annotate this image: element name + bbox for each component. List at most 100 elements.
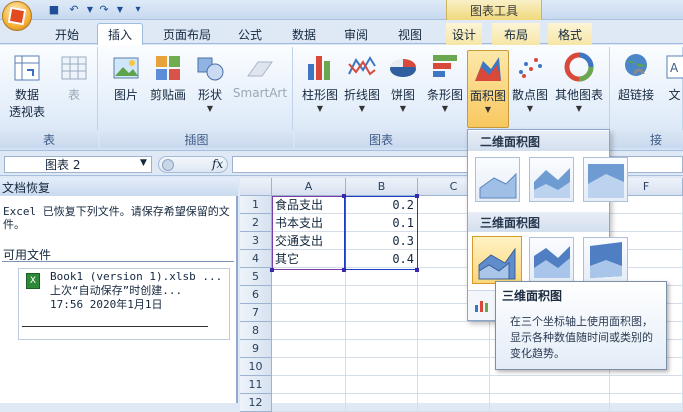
cell-empty[interactable]	[610, 394, 683, 412]
all-chart-types-icon[interactable]	[474, 297, 490, 316]
cell-empty[interactable]	[272, 286, 346, 304]
cell-empty[interactable]	[610, 376, 683, 394]
percent-area-2d-thumbnail[interactable]	[583, 157, 628, 202]
row-header[interactable]: 7	[240, 304, 272, 322]
cell-empty[interactable]	[418, 322, 490, 340]
row-header[interactable]: 3	[240, 232, 272, 250]
cell-empty[interactable]	[346, 268, 418, 286]
range-handle[interactable]	[415, 268, 419, 272]
formula-bar-handle[interactable]	[162, 159, 174, 171]
cell-empty[interactable]	[272, 304, 346, 322]
percent-area-2d-icon	[586, 160, 626, 200]
undo-icon[interactable]: ↶	[66, 2, 82, 17]
row-header[interactable]: 12	[240, 394, 272, 412]
recovered-file-divider	[22, 326, 208, 327]
scatter-chart-button[interactable]: 散点图 ▼	[510, 52, 550, 113]
row-header[interactable]: 8	[240, 322, 272, 340]
area-3d-thumbnail[interactable]	[472, 236, 522, 284]
cell-empty[interactable]	[346, 340, 418, 358]
cell-empty[interactable]	[610, 214, 683, 232]
cell-empty[interactable]	[418, 376, 490, 394]
cell-empty[interactable]	[272, 322, 346, 340]
name-box[interactable]: 图表 2	[4, 156, 152, 173]
insert-function-icon[interactable]: fx	[212, 157, 223, 171]
cell-empty[interactable]	[272, 340, 346, 358]
redo-dropdown-icon[interactable]: ▼	[112, 2, 128, 17]
tab-review[interactable]: 审阅	[334, 23, 378, 45]
cell-empty[interactable]	[346, 376, 418, 394]
column-header-b[interactable]: B	[346, 178, 418, 196]
area-chart-icon	[473, 53, 503, 83]
cell-empty[interactable]	[418, 358, 490, 376]
customize-toolbar-icon[interactable]: ▾	[130, 2, 146, 17]
cell-empty[interactable]	[346, 304, 418, 322]
office-button[interactable]	[2, 1, 32, 31]
name-box-dropdown-icon[interactable]: ▼	[140, 158, 147, 168]
area-chart-button[interactable]: 面积图 ▼	[467, 50, 509, 128]
other-charts-button[interactable]: 其他图表 ▼	[552, 52, 606, 113]
gallery-section-2d: 二维面积图	[468, 131, 609, 151]
pivot-table-button[interactable]: 数据 透视表	[4, 52, 50, 120]
cell-empty[interactable]	[272, 358, 346, 376]
chart-value-range	[344, 196, 418, 270]
tab-design[interactable]: 设计	[446, 23, 482, 45]
percent-area-3d-thumbnail[interactable]	[583, 237, 628, 282]
range-handle[interactable]	[270, 268, 274, 272]
clip-art-button[interactable]: 剪贴画	[148, 52, 188, 103]
cell-empty[interactable]	[490, 376, 610, 394]
row-header[interactable]: 6	[240, 286, 272, 304]
shapes-button[interactable]: 形状 ▼	[194, 52, 226, 113]
stacked-area-2d-thumbnail[interactable]	[529, 157, 574, 202]
cell-empty[interactable]	[272, 376, 346, 394]
tab-home[interactable]: 开始	[44, 23, 90, 45]
tab-view[interactable]: 视图	[388, 23, 432, 45]
smartart-button[interactable]: SmartArt	[230, 52, 290, 100]
text-box-button[interactable]: A 文	[666, 52, 683, 103]
available-files-divider	[2, 261, 234, 262]
range-handle[interactable]	[415, 194, 419, 198]
cell-empty[interactable]	[490, 394, 610, 412]
area-2d-thumbnail[interactable]	[475, 157, 520, 202]
save-icon[interactable]: ■	[46, 2, 62, 17]
cell-empty[interactable]	[418, 340, 490, 358]
row-header[interactable]: 10	[240, 358, 272, 376]
stacked-area-2d-icon	[532, 160, 572, 200]
chart-tools-title: 图表工具	[446, 0, 542, 20]
select-all-corner[interactable]	[240, 178, 272, 196]
cell-empty[interactable]	[346, 286, 418, 304]
tab-insert[interactable]: 插入	[97, 23, 143, 45]
row-header[interactable]: 9	[240, 340, 272, 358]
shapes-label: 形状	[198, 86, 222, 103]
row-header[interactable]: 5	[240, 268, 272, 286]
range-handle[interactable]	[342, 194, 346, 198]
stacked-area-3d-thumbnail[interactable]	[529, 237, 574, 282]
tab-layout[interactable]: 布局	[492, 23, 540, 45]
tab-format[interactable]: 格式	[548, 23, 592, 45]
column-header-a[interactable]: A	[272, 178, 346, 196]
cell-empty[interactable]	[346, 358, 418, 376]
row-header[interactable]: 2	[240, 214, 272, 232]
pie-chart-label: 饼图	[391, 86, 415, 103]
tab-page-layout[interactable]: 页面布局	[152, 23, 222, 45]
line-chart-button[interactable]: 折线图 ▼	[342, 52, 382, 113]
cell-empty[interactable]	[346, 394, 418, 412]
cell-empty[interactable]	[272, 394, 346, 412]
tab-data[interactable]: 数据	[282, 23, 326, 45]
bar-chart-button[interactable]: 条形图 ▼	[424, 52, 466, 113]
tab-formulas[interactable]: 公式	[230, 23, 270, 45]
column-chart-button[interactable]: 柱形图 ▼	[300, 52, 340, 113]
row-header[interactable]: 11	[240, 376, 272, 394]
range-handle[interactable]	[342, 268, 346, 272]
row-header[interactable]: 1	[240, 196, 272, 214]
scatter-chart-icon	[515, 52, 545, 82]
cell-empty[interactable]	[346, 322, 418, 340]
cell-empty[interactable]	[418, 394, 490, 412]
row-header[interactable]: 4	[240, 250, 272, 268]
area-2d-icon	[478, 160, 518, 200]
pie-chart-button[interactable]: 饼图 ▼	[386, 52, 420, 113]
redo-icon[interactable]: ↷	[96, 2, 112, 17]
picture-button[interactable]: 图片	[108, 52, 144, 103]
cell-empty[interactable]	[272, 268, 346, 286]
hyperlink-button[interactable]: 超链接	[614, 52, 658, 103]
table-button[interactable]: 表	[58, 52, 90, 103]
